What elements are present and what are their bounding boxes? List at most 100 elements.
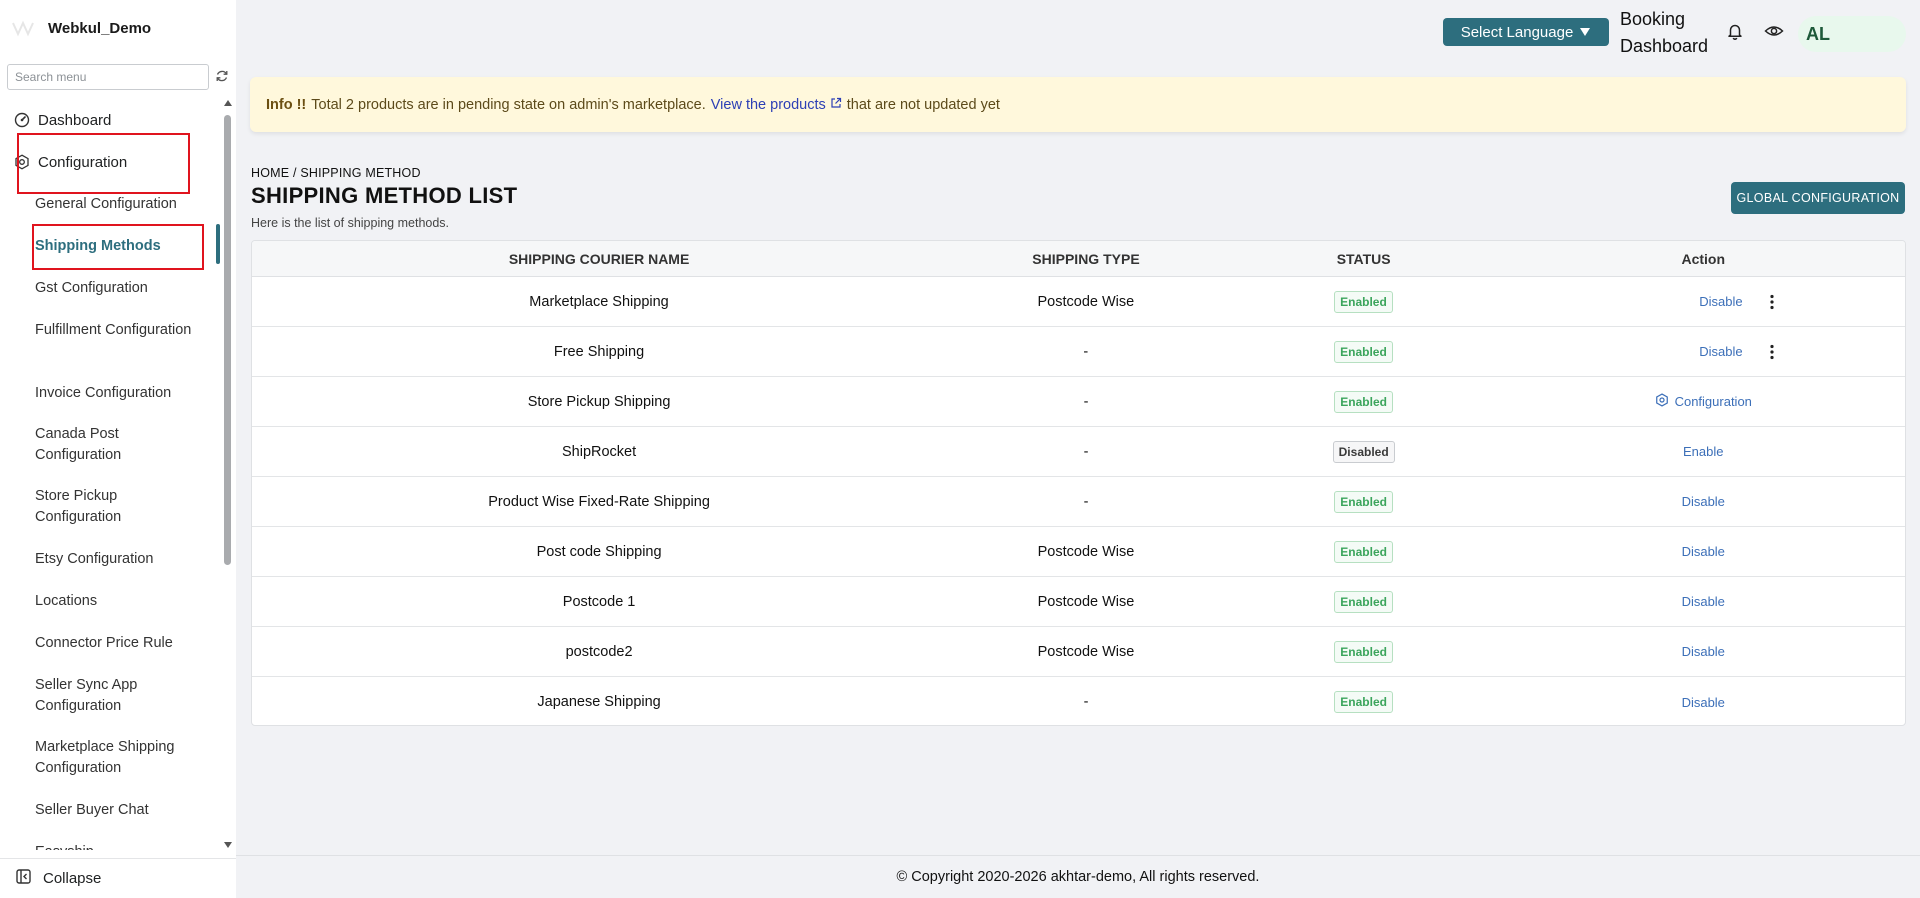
footer: © Copyright 2020-2026 akhtar-demo, All r…: [236, 855, 1920, 898]
highlight-box-shipping-methods: [32, 224, 204, 270]
table-row: Postcode 1 Postcode Wise Enabled Disable: [252, 577, 1905, 627]
sidebar-item-gst-configuration[interactable]: Gst Configuration: [35, 278, 205, 299]
configuration-label: Configuration: [1674, 394, 1752, 409]
banner-text: Total 2 products are in pending state on…: [311, 96, 706, 113]
courier-name: Postcode 1: [562, 593, 636, 610]
courier-name: Store Pickup Shipping: [527, 393, 671, 410]
active-indicator: [216, 224, 220, 264]
status-badge: Enabled: [1334, 390, 1393, 413]
status-badge: Enabled: [1334, 640, 1393, 663]
more-vertical-icon[interactable]: [1764, 343, 1780, 361]
breadcrumb: HOME / SHIPPING METHOD: [251, 166, 421, 180]
sidebar-item-general-configuration[interactable]: General Configuration: [35, 194, 205, 215]
settings-hex-icon: [1655, 393, 1669, 410]
scroll-up-icon[interactable]: [224, 100, 232, 106]
courier-name: Free Shipping: [553, 343, 645, 360]
sidebar-item-label: Connector Price Rule: [35, 635, 173, 651]
enable-link[interactable]: Enable: [1683, 444, 1723, 459]
collapse-label: Collapse: [43, 870, 102, 887]
table-row: ShipRocket - Disabled Enable: [252, 427, 1905, 477]
select-language-label: Select Language: [1460, 23, 1574, 41]
select-language-button[interactable]: Select Language: [1443, 18, 1609, 46]
sidebar-item-locations[interactable]: Locations: [35, 591, 205, 612]
configuration-link[interactable]: Configuration: [1655, 393, 1752, 410]
avatar[interactable]: AL: [1798, 16, 1906, 52]
refresh-icon[interactable]: [215, 69, 229, 83]
courier-name: ShipRocket: [562, 443, 637, 460]
page-title: SHIPPING METHOD LIST: [251, 183, 518, 208]
sidebar-item-label: Easyship: [35, 842, 94, 850]
sidebar-item-label: Marketplace Shipping Configuration: [35, 739, 175, 776]
status-badge: Enabled: [1334, 490, 1393, 513]
sidebar-item-connector-price-rule[interactable]: Connector Price Rule: [35, 633, 205, 654]
status-badge: Enabled: [1334, 691, 1393, 713]
sidebar-item-canada-post-configuration[interactable]: Canada Post Configuration: [35, 424, 205, 466]
disable-link[interactable]: Disable: [1682, 644, 1725, 659]
search-input[interactable]: [8, 65, 208, 89]
shipping-type: -: [1083, 493, 1089, 510]
sidebar-item-seller-sync-app-configuration[interactable]: Seller Sync App Configuration: [35, 675, 205, 717]
sidebar-item-dashboard[interactable]: Dashboard: [14, 110, 222, 131]
disable-link[interactable]: Disable: [1682, 544, 1725, 559]
page-subtitle: Here is the list of shipping methods.: [251, 216, 450, 230]
disable-link[interactable]: Disable: [1699, 344, 1742, 359]
avatar-initials: AL: [1806, 23, 1830, 44]
table-row: postcode2 Postcode Wise Enabled Disable: [252, 627, 1905, 677]
brand[interactable]: Webkul_Demo: [10, 16, 151, 40]
bell-icon[interactable]: [1726, 22, 1744, 40]
view-products-label: View the products: [710, 96, 826, 113]
sidebar-item-label: Seller Sync App Configuration: [35, 677, 138, 714]
sidebar-item-easyship[interactable]: Easyship: [35, 842, 205, 850]
table-row: Product Wise Fixed-Rate Shipping - Enabl…: [252, 477, 1905, 527]
banner-strong: Info !!: [266, 96, 307, 113]
sidebar-item-label: Seller Buyer Chat: [35, 802, 149, 818]
collapse-button[interactable]: Collapse: [0, 858, 236, 898]
sidebar-item-marketplace-shipping-configuration[interactable]: Marketplace Shipping Configuration: [35, 737, 205, 779]
booking-dashboard-link[interactable]: Booking Dashboard: [1620, 6, 1708, 60]
global-configuration-button[interactable]: GLOBAL CONFIGURATION: [1731, 182, 1905, 214]
status-badge: Enabled: [1334, 540, 1393, 563]
courier-name: Post code Shipping: [536, 543, 662, 560]
sidebar-menu: Dashboard Configuration General Configur…: [0, 98, 222, 850]
status-badge: Disabled: [1332, 440, 1395, 463]
column-header-status: STATUS: [1336, 250, 1391, 267]
sidebar-item-label: Invoice Configuration: [35, 385, 172, 401]
status-badge: Enabled: [1334, 290, 1393, 313]
external-link-icon: [830, 97, 842, 113]
view-products-link[interactable]: View the products: [711, 97, 842, 113]
shipping-type: Postcode Wise: [1037, 593, 1135, 610]
sidebar-item-label: Locations: [35, 593, 98, 609]
sidebar-item-label: Canada Post Configuration: [35, 426, 122, 463]
disable-link[interactable]: Disable: [1682, 594, 1725, 609]
status-badge: Enabled: [1334, 340, 1393, 363]
courier-name: Product Wise Fixed-Rate Shipping: [488, 493, 710, 510]
sidebar-scrollbar[interactable]: [224, 115, 231, 565]
eye-icon[interactable]: [1764, 22, 1784, 40]
more-vertical-icon[interactable]: [1764, 293, 1780, 311]
disable-link[interactable]: Disable: [1682, 494, 1725, 509]
brand-name: Webkul_Demo: [48, 19, 152, 37]
table-row: Store Pickup Shipping - Enabled Configur…: [252, 377, 1905, 427]
column-header-shipping-type: SHIPPING TYPE: [1032, 250, 1140, 267]
search-box[interactable]: [7, 64, 209, 90]
shipping-type: Postcode Wise: [1037, 293, 1135, 310]
sidebar-item-invoice-configuration[interactable]: Invoice Configuration: [35, 383, 205, 404]
info-banner: Info !! Total 2 products are in pending …: [250, 77, 1906, 132]
sidebar-item-label: General Configuration: [35, 196, 177, 212]
disable-link[interactable]: Disable: [1682, 695, 1725, 710]
highlight-box-configuration: [17, 133, 190, 194]
status-badge: Enabled: [1334, 590, 1393, 613]
shipping-type: -: [1083, 393, 1089, 410]
booking-line1: Booking: [1620, 9, 1686, 29]
table-row: Japanese Shipping - Enabled Disable: [252, 677, 1905, 725]
sidebar-item-store-pickup-configuration[interactable]: Store Pickup Configuration: [35, 486, 205, 528]
sidebar-item-label: Etsy Configuration: [35, 551, 154, 567]
disable-link[interactable]: Disable: [1699, 294, 1742, 309]
sidebar-item-seller-buyer-chat[interactable]: Seller Buyer Chat: [35, 800, 205, 821]
table-row: Free Shipping - Enabled Disable: [252, 327, 1905, 377]
sidebar-item-etsy-configuration[interactable]: Etsy Configuration: [35, 549, 205, 570]
sidebar-item-fulfillment-configuration[interactable]: Fulfillment Configuration: [35, 320, 205, 341]
scroll-down-icon[interactable]: [224, 842, 232, 848]
brand-logo-icon: [10, 16, 38, 40]
sidebar-item-label: Dashboard: [38, 112, 112, 129]
